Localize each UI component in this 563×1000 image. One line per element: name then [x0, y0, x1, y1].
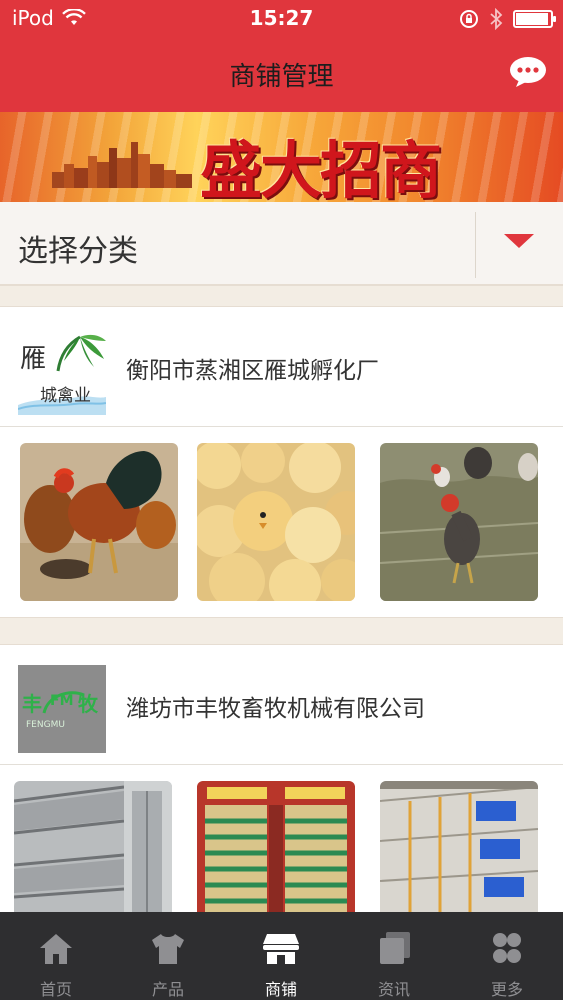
logo-text-mid: FM [50, 693, 74, 709]
tab-label: 更多 [490, 980, 523, 999]
shop-name[interactable]: 衡阳市蒸湘区雁城孵化厂 [126, 351, 379, 385]
tab-news[interactable]: 资讯 [338, 912, 450, 1000]
bluetooth-icon [490, 8, 503, 30]
category-selector[interactable]: 选择分类 [0, 202, 563, 286]
shop-photos [0, 427, 563, 617]
dropdown-arrow-icon[interactable] [504, 234, 534, 248]
store-icon [263, 934, 299, 964]
status-bar: iPod 15:27 [0, 0, 563, 36]
shop-logo: 丰 FM 牧 FENGMU [18, 665, 106, 753]
tab-stores[interactable]: 商铺 [225, 912, 337, 1000]
shop-logo: 雁 城禽业 [18, 327, 106, 415]
tab-more[interactable]: 更多 [451, 912, 563, 1000]
logo-text-bottom: FENGMU [26, 720, 65, 730]
logo-text-left: 丰 [22, 692, 42, 716]
home-icon [40, 934, 72, 964]
more-icon [493, 933, 521, 963]
promo-banner[interactable]: 盛大招商 [0, 112, 563, 202]
shop-header[interactable]: 雁 城禽业 衡阳市蒸湘区雁城孵化厂 [0, 307, 563, 427]
shop-card[interactable]: 雁 城禽业 衡阳市蒸湘区雁城孵化厂 [0, 306, 563, 618]
page-title: 商铺管理 [229, 62, 334, 92]
tab-label: 首页 [39, 980, 72, 999]
tab-products[interactable]: 产品 [112, 912, 224, 1000]
category-label: 选择分类 [18, 234, 138, 269]
shop-card[interactable]: 丰 FM 牧 FENGMU 潍坊市丰牧畜牧机械有限公司 [0, 644, 563, 956]
tab-label: 资讯 [377, 980, 410, 999]
battery-icon [513, 10, 556, 28]
news-icon [380, 932, 410, 964]
logo-text-right: 牧 [78, 692, 99, 716]
tab-home[interactable]: 首页 [0, 912, 112, 1000]
status-right [459, 8, 556, 30]
logo-text-top: 雁 [20, 344, 46, 374]
tab-label: 商铺 [264, 980, 297, 999]
tab-label: 产品 [151, 980, 184, 999]
tab-bar: 首页 产品 商铺 资讯 更多 [0, 912, 563, 1000]
product-photo-chicks[interactable] [197, 443, 355, 601]
category-divider [475, 212, 476, 278]
shop-name[interactable]: 潍坊市丰牧畜牧机械有限公司 [126, 689, 425, 723]
product-photo-rooster[interactable] [20, 443, 178, 601]
nav-bar: 商铺管理 [0, 36, 563, 112]
chat-icon[interactable] [509, 56, 547, 88]
rotation-lock-icon [460, 10, 478, 28]
product-photo-free-range[interactable] [380, 443, 538, 601]
shirt-icon [152, 934, 184, 964]
city-skyline-icon [52, 142, 192, 188]
banner-title: 盛大招商 [200, 134, 442, 202]
shop-header[interactable]: 丰 FM 牧 FENGMU 潍坊市丰牧畜牧机械有限公司 [0, 645, 563, 765]
logo-text-bottom: 城禽业 [40, 386, 91, 406]
